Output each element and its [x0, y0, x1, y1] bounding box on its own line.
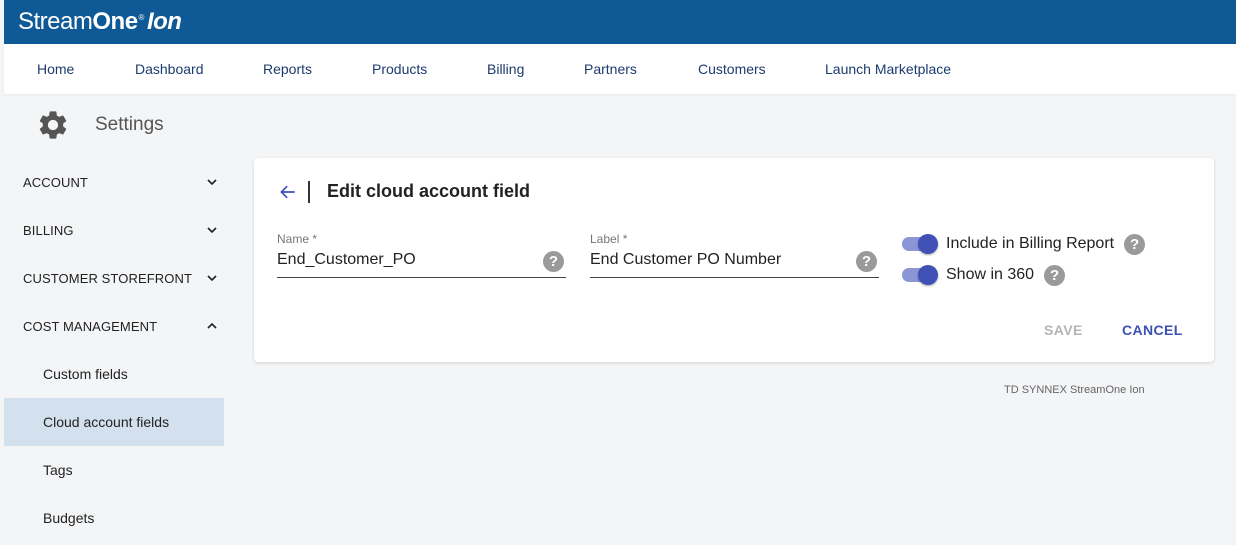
chevron-down-icon [207, 227, 217, 234]
nav-partners[interactable]: Partners [584, 61, 637, 77]
page-title: Settings [95, 114, 164, 135]
sidebar-item-label: Budgets [43, 510, 95, 526]
sidebar-item-cloud-account-fields[interactable]: Cloud account fields [4, 398, 224, 446]
toggle-label: Include in Billing Report [946, 235, 1115, 252]
brand-registered-mark: ® [138, 13, 145, 22]
help-icon[interactable]: ? [1044, 264, 1066, 286]
gear-icon [39, 111, 67, 139]
title-divider [308, 181, 310, 203]
label-field: Label * ? [590, 232, 879, 278]
save-button[interactable]: SAVE [1044, 322, 1083, 338]
main-nav: Home Dashboard Reports Products Billing … [4, 44, 1236, 94]
help-icon[interactable]: ? [856, 251, 877, 272]
brand-logo[interactable]: StreamOne® Ion [18, 8, 182, 36]
brand-text-ion: Ion [146, 8, 182, 35]
nav-dashboard[interactable]: Dashboard [135, 61, 204, 77]
toggle-label: Show in 360 [946, 266, 1035, 283]
nav-home[interactable]: Home [37, 61, 74, 77]
sidebar-section-billing[interactable]: BILLING [4, 206, 224, 254]
toggle-row-billing-report: Include in Billing Report ? [902, 232, 1146, 256]
footer-text: TD SYNNEX StreamOne Ion [1004, 384, 1145, 396]
name-input[interactable] [277, 249, 527, 271]
sidebar-section-cost-management[interactable]: COST MANAGEMENT [4, 302, 224, 350]
sidebar-item-custom-fields[interactable]: Custom fields [4, 350, 224, 398]
nav-products[interactable]: Products [372, 61, 427, 77]
label-input[interactable] [590, 249, 840, 271]
arrow-left-icon[interactable] [278, 182, 298, 202]
chevron-up-icon [207, 322, 217, 329]
sidebar-item-label: Cloud account fields [43, 414, 170, 430]
sidebar-section-label: CUSTOMER STOREFRONT [23, 271, 192, 286]
nav-billing[interactable]: Billing [487, 61, 524, 77]
settings-header: Settings [36, 108, 164, 142]
sidebar-item-label: Tags [43, 462, 73, 478]
help-icon[interactable]: ? [543, 251, 564, 272]
nav-customers[interactable]: Customers [698, 61, 766, 77]
brand-text-stream: Stream [18, 8, 93, 35]
sidebar-section-account[interactable]: ACCOUNT [4, 158, 224, 206]
sidebar-item-budgets[interactable]: Budgets [4, 494, 224, 542]
sidebar-item-label: Custom fields [43, 366, 128, 382]
include-billing-report-toggle[interactable] [902, 234, 938, 254]
nav-reports[interactable]: Reports [263, 61, 312, 77]
help-icon[interactable]: ? [1124, 233, 1146, 255]
sidebar-section-label: COST MANAGEMENT [23, 319, 158, 334]
toggle-thumb [918, 234, 938, 254]
chevron-down-icon [207, 275, 217, 282]
cancel-button[interactable]: CANCEL [1122, 322, 1183, 338]
toggle-thumb [918, 265, 938, 285]
edit-field-card: Edit cloud account field Name * ? Label … [254, 158, 1214, 362]
sidebar-section-label: ACCOUNT [23, 175, 88, 190]
name-field-label: Name * [277, 232, 318, 246]
sidebar-section-customer-storefront[interactable]: CUSTOMER STOREFRONT [4, 254, 224, 302]
sidebar-section-label: BILLING [23, 223, 74, 238]
brand-bar: StreamOne® Ion [4, 0, 1236, 44]
name-field: Name * ? [277, 232, 566, 278]
chevron-down-icon [207, 179, 217, 186]
card-title: Edit cloud account field [327, 181, 531, 201]
toggle-row-show-360: Show in 360 ? [902, 263, 1066, 287]
label-field-label: Label * [590, 232, 628, 246]
brand-text-one: One [92, 8, 138, 35]
sidebar-item-tags[interactable]: Tags [4, 446, 224, 494]
nav-launch-marketplace[interactable]: Launch Marketplace [825, 61, 951, 77]
show-in-360-toggle[interactable] [902, 265, 938, 285]
settings-sidebar: ACCOUNT BILLING CUSTOMER STOREFRONT COST… [4, 158, 224, 542]
